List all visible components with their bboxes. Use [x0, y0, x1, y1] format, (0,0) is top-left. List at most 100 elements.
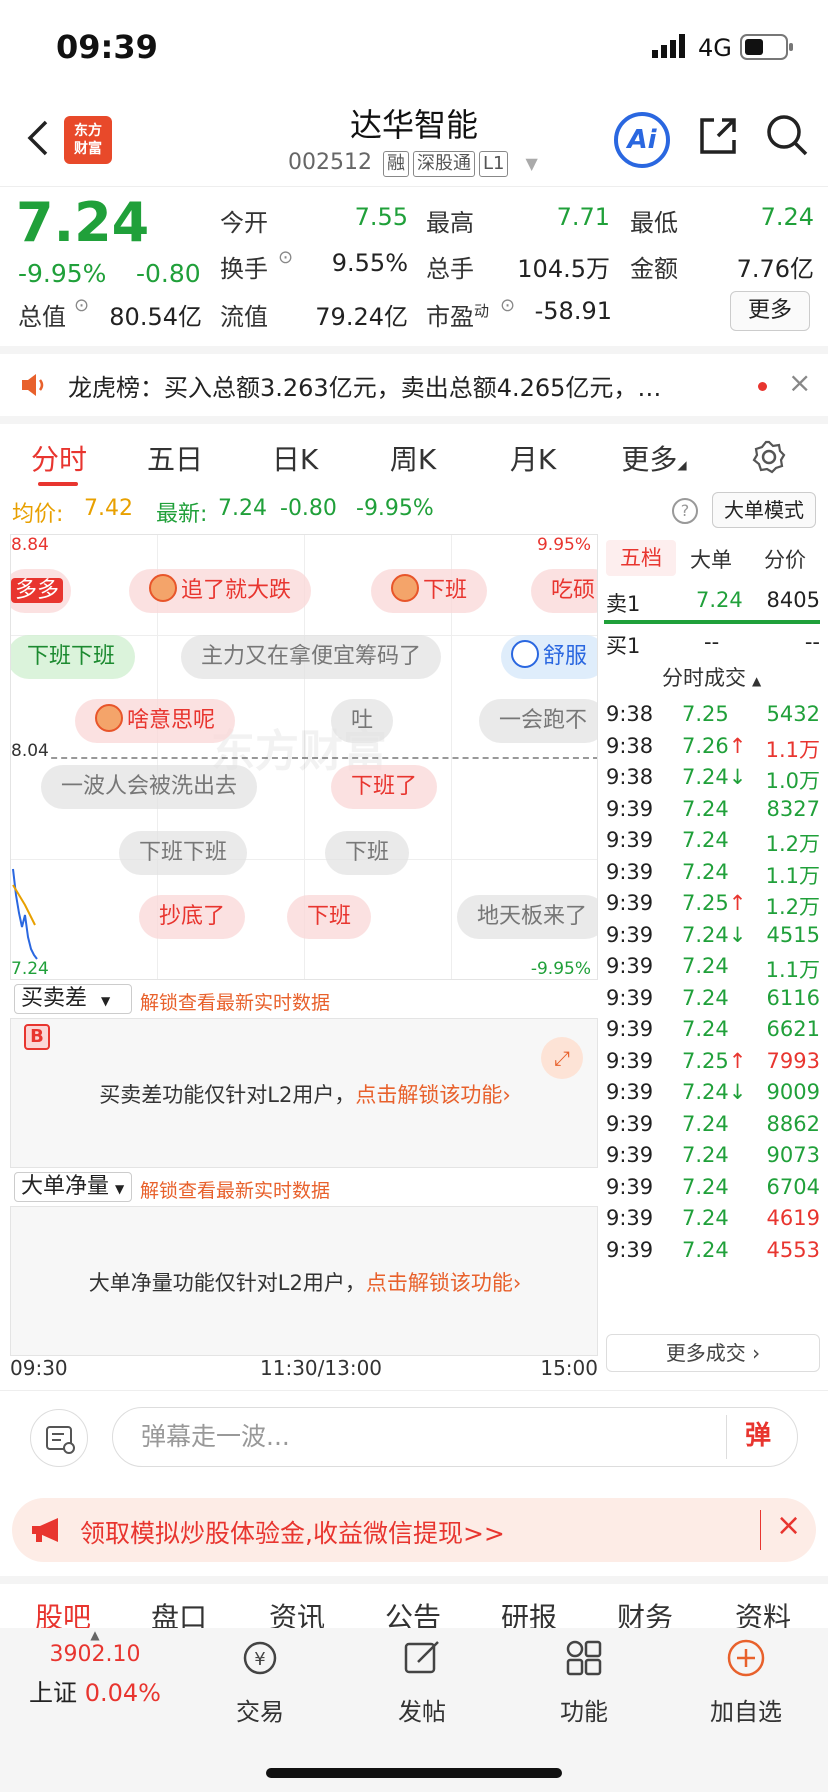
- time-mid: 11:30/13:00: [260, 1356, 383, 1380]
- trade-icon: ¥: [243, 1641, 277, 1675]
- danmaku-settings-icon[interactable]: [30, 1409, 88, 1467]
- quote-panel: 7.24 -9.95% -0.80 今开 7.55 最高 7.71 最低 7.2…: [0, 186, 828, 346]
- time-axis: 09:30 11:30/13:00 15:00: [10, 1356, 598, 1386]
- change-amount: -0.80: [136, 259, 201, 288]
- trades-title[interactable]: 分时成交 ▲: [662, 662, 761, 692]
- avg-label: 均价:: [12, 502, 64, 527]
- tab-monthly-k[interactable]: 月K: [488, 438, 578, 478]
- low-value: 7.24: [760, 203, 814, 231]
- close-icon[interactable]: ×: [776, 1508, 801, 1543]
- trade-button[interactable]: ¥ 交易: [200, 1636, 320, 1727]
- high-label: 最高: [426, 209, 474, 237]
- help-icon[interactable]: ?: [672, 498, 698, 524]
- buy-row: 买1 -- --: [606, 630, 820, 658]
- l2-notice: 买卖差功能仅针对L2用户，点击解锁该功能›: [99, 1083, 511, 1107]
- danmaku-bubble: 抄底了: [139, 895, 246, 939]
- tab-daily-k[interactable]: 日K: [250, 438, 340, 478]
- buy-sell-diff-panel: ⤢ 买卖差功能仅针对L2用户，点击解锁该功能›: [10, 1018, 598, 1168]
- l2-notice: 大单净量功能仅针对L2用户，点击解锁该功能›: [88, 1271, 522, 1295]
- indicator-select[interactable]: 大单净量 ▼: [14, 1172, 132, 1202]
- index-pct: 0.04%: [84, 1679, 161, 1707]
- tab-more[interactable]: 更多◢: [604, 438, 704, 478]
- promo-banner[interactable]: 领取模拟炒股体验金,收益微信提现>> ×: [12, 1498, 816, 1562]
- danmaku-bubble: 舒服: [501, 635, 597, 679]
- tab-weekly-k[interactable]: 周K: [368, 438, 458, 478]
- big-order-panel: 大单净量功能仅针对L2用户，点击解锁该功能›: [10, 1206, 598, 1356]
- tab-price-dist[interactable]: 分价: [750, 544, 820, 574]
- pe-label: 市盈动: [426, 302, 490, 331]
- battery-icon: [740, 34, 793, 60]
- functions-button[interactable]: 功能: [524, 1636, 644, 1727]
- post-button[interactable]: 发帖: [362, 1636, 482, 1727]
- send-danmaku-button[interactable]: 弹: [726, 1415, 771, 1459]
- info-icon[interactable]: ⊙: [500, 295, 515, 316]
- open-value: 7.55: [354, 203, 408, 231]
- signal-icon: [652, 34, 685, 58]
- more-quote-button[interactable]: 更多: [730, 291, 810, 331]
- intraday-chart[interactable]: 8.84 9.95% 8.04 7.24 -9.95% 东方财富 多多 追了就大…: [10, 534, 598, 980]
- emoji-icon: [95, 704, 123, 732]
- big-order-mode-button[interactable]: 大单模式: [712, 492, 816, 528]
- amount-value: 7.76亿: [736, 255, 814, 283]
- info-icon[interactable]: ⊙: [74, 295, 89, 316]
- sell-row: 卖1 7.24 8405: [606, 588, 820, 616]
- news-banner[interactable]: 龙虎榜：买入总额3.263亿元，卖出总额4.265亿元，… ×: [0, 346, 828, 416]
- unlock-feature-link[interactable]: 点击解锁该功能›: [366, 1271, 521, 1295]
- float-value: 79.24亿: [315, 303, 408, 331]
- top-pct-label: 9.95%: [536, 535, 591, 555]
- buy-marker: B: [24, 1024, 50, 1050]
- unlock-link[interactable]: 解锁查看最新实时数据: [140, 988, 330, 1015]
- unlock-feature-link[interactable]: 点击解锁该功能›: [355, 1083, 510, 1107]
- bottom-pct-label: -9.95%: [530, 959, 591, 979]
- emoji-icon: [511, 640, 539, 668]
- status-bar: 09:39 4G: [0, 0, 828, 96]
- search-icon[interactable]: [764, 112, 810, 158]
- expand-icon[interactable]: ⤢: [541, 1037, 583, 1079]
- dropdown-icon: ▼: [525, 154, 538, 173]
- add-watchlist-button[interactable]: 加自选: [686, 1636, 806, 1727]
- tab-five-level[interactable]: 五档: [606, 540, 676, 576]
- tab-five-day[interactable]: 五日: [130, 438, 220, 478]
- share-icon[interactable]: [696, 114, 740, 158]
- price-line: [12, 868, 38, 960]
- stock-code-row[interactable]: 002512 融深股通 L1 ▼: [288, 150, 538, 177]
- mid-price-label: 8.04: [11, 741, 49, 761]
- chart-tabs: 分时 五日 日K 周K 月K 更多◢: [0, 416, 828, 486]
- time-end: 15:00: [540, 1356, 598, 1380]
- danmaku-bar: 弹幕走一波... 弹: [0, 1390, 828, 1484]
- order-book-panel: 五档 大单 分价 卖1 7.24 8405 买1 -- -- 分时成交 ▲ 9:3…: [602, 534, 824, 1380]
- indicator-select[interactable]: 买卖差 ▼: [14, 984, 132, 1014]
- danmaku-bubble: 啥意思呢: [75, 699, 236, 743]
- danmaku-bubble: 下班: [325, 831, 410, 875]
- tab-big-order[interactable]: 大单: [676, 544, 746, 574]
- mcap-label: 总值: [18, 303, 66, 331]
- unlock-link[interactable]: 解锁查看最新实时数据: [140, 1176, 330, 1203]
- latest-percent: -9.95%: [356, 496, 434, 521]
- danmaku-input[interactable]: 弹幕走一波...: [112, 1407, 798, 1467]
- amount-label: 金额: [630, 255, 678, 283]
- settings-icon[interactable]: [752, 440, 786, 474]
- volume-value: 104.5万: [517, 255, 610, 283]
- index-ticker[interactable]: ▲ 3902.10 上证 0.04%: [20, 1628, 170, 1708]
- index-value: 3902.10: [49, 1642, 141, 1667]
- low-label: 最低: [630, 209, 678, 237]
- more-trades-button[interactable]: 更多成交 ›: [606, 1334, 820, 1372]
- big-order-header: 大单净量 ▼ 解锁查看最新实时数据: [10, 1168, 598, 1206]
- chart-header: 均价: 7.42 最新: 7.24 -0.80 -9.95% ? 大单模式: [0, 486, 828, 530]
- plus-circle-icon: [727, 1639, 765, 1677]
- speaker-icon: [22, 374, 44, 396]
- stock-header: 东方 财富 达华智能 002512 融深股通 L1 ▼ Ai: [0, 96, 828, 186]
- megaphone-icon: [32, 1518, 58, 1542]
- turnover-value: 9.55%: [331, 249, 408, 277]
- promo-text: 领取模拟炒股体验金,收益微信提现>>: [80, 1519, 505, 1548]
- margin-tag: 融: [382, 151, 409, 177]
- time-start: 09:30: [10, 1356, 68, 1380]
- info-icon[interactable]: ⊙: [278, 247, 293, 268]
- tab-intraday[interactable]: 分时: [14, 438, 104, 478]
- ai-button[interactable]: Ai: [614, 112, 670, 168]
- status-time: 09:39: [56, 28, 158, 66]
- danmaku-bubble: 一会跑不: [479, 699, 597, 743]
- close-icon[interactable]: ×: [788, 366, 811, 399]
- change-percent: -9.95%: [18, 259, 107, 288]
- danmaku-bubble: 下班下班: [119, 831, 248, 875]
